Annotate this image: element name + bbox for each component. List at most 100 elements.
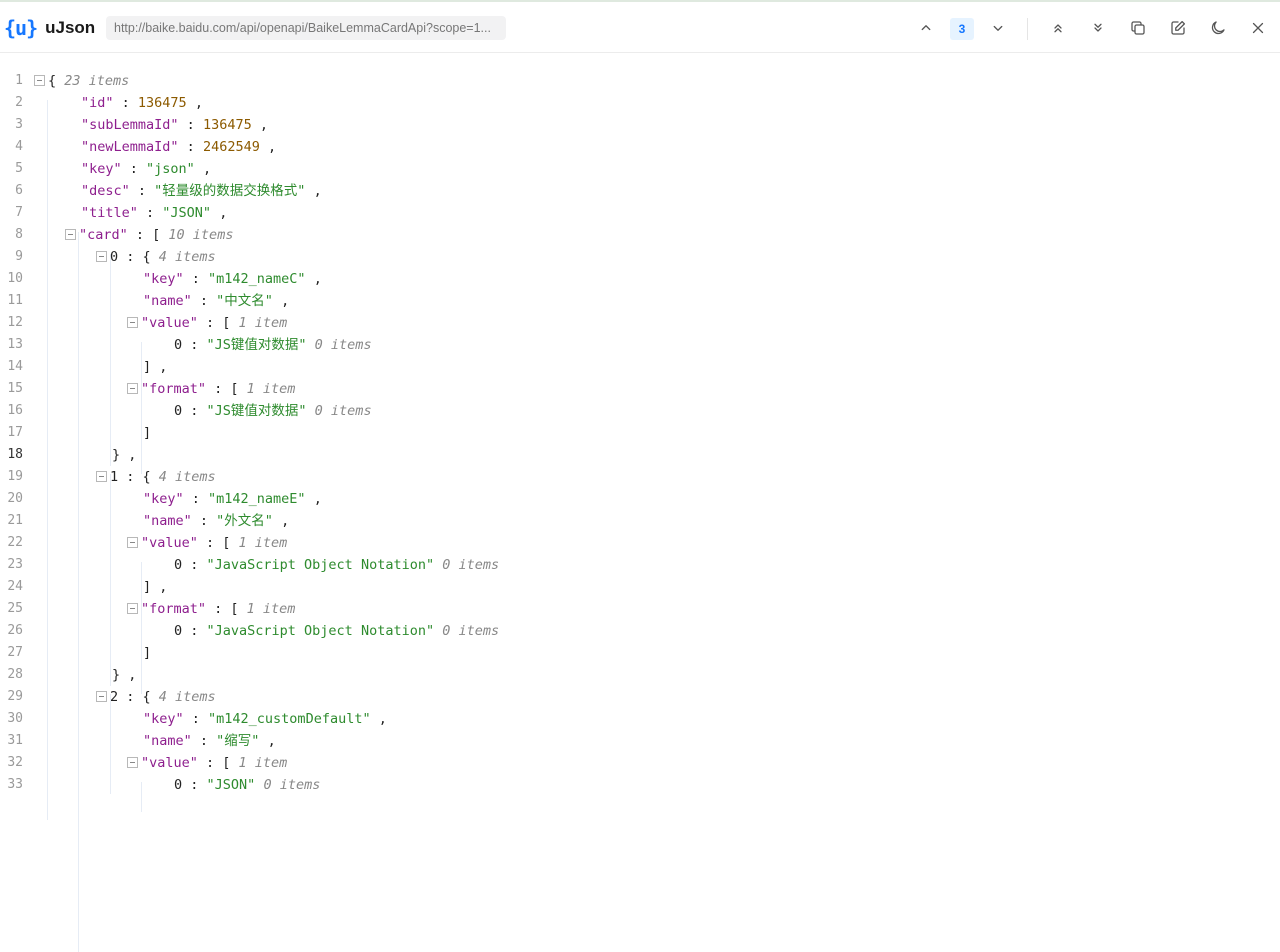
chevron-down-icon bbox=[993, 25, 1003, 31]
line-number: 4 bbox=[15, 139, 23, 154]
next-match-button[interactable] bbox=[986, 16, 1010, 40]
collapse-toggle-icon[interactable] bbox=[96, 470, 107, 482]
collapse-toggle-icon[interactable] bbox=[127, 382, 138, 394]
code-content: ] , bbox=[143, 356, 167, 378]
json-key: "value" bbox=[141, 755, 198, 771]
json-key: "id" bbox=[81, 95, 114, 111]
code-content: ] bbox=[143, 642, 151, 664]
code-line: 29 2 : { 4 items bbox=[0, 686, 1280, 708]
collapse-toggle-icon[interactable] bbox=[127, 536, 138, 548]
line-number: 11 bbox=[7, 293, 23, 308]
json-string: "JS键值对数据" bbox=[206, 337, 307, 353]
edit-button[interactable] bbox=[1166, 16, 1190, 40]
collapse-toggle-icon[interactable] bbox=[127, 316, 138, 328]
line-number: 30 bbox=[7, 711, 23, 726]
code-content: "key" : "json" , bbox=[81, 158, 211, 180]
json-punctuation: { bbox=[48, 73, 65, 89]
close-icon bbox=[1252, 22, 1264, 34]
collapse-toggle-icon[interactable] bbox=[65, 228, 76, 240]
json-string: "JavaScript Object Notation" bbox=[206, 623, 435, 639]
json-punctuation: } , bbox=[112, 667, 137, 683]
code-content: "format" : [ 1 item bbox=[127, 598, 295, 620]
copy-button[interactable] bbox=[1126, 16, 1150, 40]
json-key: "key" bbox=[143, 491, 184, 507]
collapse-toggle-icon[interactable] bbox=[127, 602, 138, 614]
json-string: "m142_nameE" bbox=[208, 491, 306, 507]
line-number: 25 bbox=[7, 601, 23, 616]
line-number: 23 bbox=[7, 557, 23, 572]
brand: {u} uJson bbox=[4, 14, 95, 42]
json-punctuation: : [ bbox=[206, 381, 247, 397]
code-line: 16 0 : "JS键值对数据" 0 items bbox=[0, 400, 1280, 422]
code-content: "id" : 136475 , bbox=[81, 92, 203, 114]
code-content: "format" : [ 1 item bbox=[127, 378, 295, 400]
theme-toggle-button[interactable] bbox=[1206, 16, 1230, 40]
json-key: "name" bbox=[143, 733, 192, 749]
code-line: 18} , bbox=[0, 444, 1280, 466]
json-string: "轻量级的数据交换格式" bbox=[154, 183, 306, 199]
code-line: 11 "name" : "中文名" , bbox=[0, 290, 1280, 312]
json-punctuation: : bbox=[178, 117, 203, 133]
code-line: 8 "card" : [ 10 items bbox=[0, 224, 1280, 246]
close-button[interactable] bbox=[1246, 16, 1270, 40]
json-punctuation bbox=[434, 557, 442, 573]
json-key: "format" bbox=[141, 381, 207, 397]
code-content: "key" : "m142_nameE" , bbox=[143, 488, 322, 510]
json-punctuation: , bbox=[305, 271, 322, 287]
item-count: 0 items bbox=[263, 777, 321, 793]
json-punctuation: : bbox=[183, 271, 209, 287]
line-number: 32 bbox=[7, 755, 23, 770]
json-punctuation: 0 : bbox=[174, 557, 207, 573]
line-number: 12 bbox=[7, 315, 23, 330]
double-chevron-down-icon bbox=[1094, 23, 1102, 32]
code-line: 12 "value" : [ 1 item bbox=[0, 312, 1280, 334]
previous-match-button[interactable] bbox=[914, 16, 938, 40]
collapse-toggle-icon[interactable] bbox=[127, 756, 138, 768]
json-viewer: 1{ 23 items 2 "id" : 136475 , 3 "subLemmaId"… bbox=[0, 70, 1280, 952]
collapse-toggle-icon[interactable] bbox=[96, 250, 107, 262]
code-content: ] , bbox=[143, 576, 167, 598]
json-punctuation: : bbox=[113, 95, 138, 111]
json-string: "json" bbox=[146, 161, 195, 177]
code-content: 2 : { 4 items bbox=[96, 686, 216, 708]
code-line: 23 0 : "JavaScript Object Notation" 0 ite… bbox=[0, 554, 1280, 576]
code-content: 0 : "JS键值对数据" 0 items bbox=[174, 334, 372, 356]
json-number: 136475 bbox=[137, 95, 187, 111]
json-key: "name" bbox=[143, 513, 192, 529]
code-content: "key" : "m142_customDefault" , bbox=[143, 708, 387, 730]
code-content: "desc" : "轻量级的数据交换格式" , bbox=[81, 180, 322, 202]
expand-all-button[interactable] bbox=[1046, 16, 1070, 40]
line-number: 18 bbox=[7, 447, 23, 462]
json-punctuation: : bbox=[183, 711, 209, 727]
code-line: 6 "desc" : "轻量级的数据交换格式" , bbox=[0, 180, 1280, 202]
line-number: 28 bbox=[7, 667, 23, 682]
url-field[interactable]: http://baike.baidu.com/api/openapi/Baike… bbox=[106, 16, 506, 40]
line-number: 27 bbox=[7, 645, 23, 660]
code-line: 28 } , bbox=[0, 664, 1280, 686]
line-number: 15 bbox=[7, 381, 23, 396]
code-line: 10 "key" : "m142_nameC" , bbox=[0, 268, 1280, 290]
json-string: "m142_customDefault" bbox=[208, 711, 371, 727]
json-key: "format" bbox=[141, 601, 207, 617]
moon-icon bbox=[1211, 21, 1225, 35]
line-number: 8 bbox=[15, 227, 23, 242]
code-content: "name" : "外文名" , bbox=[143, 510, 289, 532]
code-content: "value" : [ 1 item bbox=[127, 312, 287, 334]
code-line: 7 "title" : "JSON" , bbox=[0, 202, 1280, 224]
json-key: "title" bbox=[81, 205, 138, 221]
json-punctuation: : [ bbox=[197, 315, 239, 331]
collapse-toggle-icon[interactable] bbox=[96, 690, 107, 702]
item-count: 0 items bbox=[442, 623, 500, 639]
code-content: { 23 items bbox=[34, 70, 129, 92]
collapse-toggle-icon[interactable] bbox=[34, 74, 45, 86]
line-number: 33 bbox=[7, 777, 23, 792]
json-punctuation: , bbox=[211, 205, 228, 221]
line-number: 1 bbox=[15, 73, 23, 88]
collapse-all-button[interactable] bbox=[1086, 16, 1110, 40]
line-number: 21 bbox=[7, 513, 23, 528]
line-number: 7 bbox=[15, 205, 23, 220]
chevron-up-icon bbox=[921, 25, 931, 31]
json-key: "key" bbox=[143, 271, 184, 287]
line-number: 5 bbox=[15, 161, 23, 176]
json-punctuation: ] bbox=[143, 645, 152, 661]
